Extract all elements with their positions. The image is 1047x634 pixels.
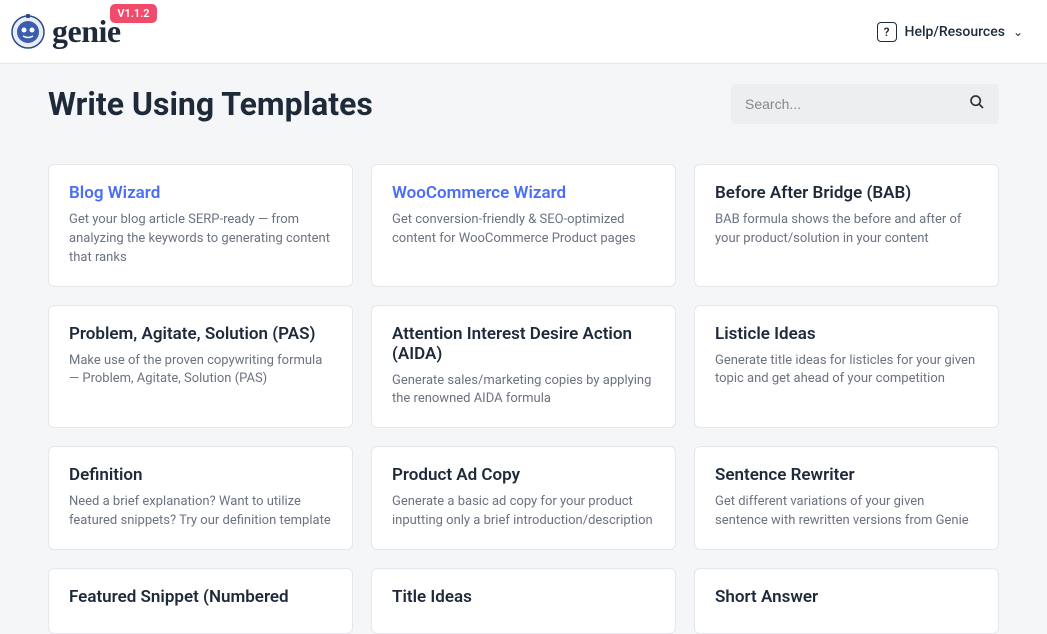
search-box[interactable] bbox=[731, 84, 999, 124]
template-card-bab[interactable]: Before After Bridge (BAB) BAB formula sh… bbox=[694, 164, 999, 287]
genie-robot-icon bbox=[8, 12, 48, 52]
card-title: Product Ad Copy bbox=[392, 465, 655, 485]
template-card-aida[interactable]: Attention Interest Desire Action (AIDA) … bbox=[371, 305, 676, 429]
search-icon bbox=[969, 94, 985, 114]
template-card-featured-snippet[interactable]: Featured Snippet (Numbered bbox=[48, 568, 353, 634]
card-desc: Get your blog article SERP-ready — from … bbox=[69, 211, 332, 268]
card-desc: Generate title ideas for listicles for y… bbox=[715, 352, 978, 390]
card-title: Definition bbox=[69, 465, 332, 485]
version-badge: V1.1.2 bbox=[110, 4, 156, 23]
template-card-pas[interactable]: Problem, Agitate, Solution (PAS) Make us… bbox=[48, 305, 353, 429]
card-desc: Make use of the proven copywriting formu… bbox=[69, 352, 332, 390]
card-desc: Generate sales/marketing copies by apply… bbox=[392, 372, 655, 410]
template-card-sentence-rewriter[interactable]: Sentence Rewriter Get different variatio… bbox=[694, 446, 999, 550]
card-desc: BAB formula shows the before and after o… bbox=[715, 211, 978, 249]
card-title: Before After Bridge (BAB) bbox=[715, 183, 978, 203]
search-input[interactable] bbox=[745, 96, 969, 112]
template-card-short-answer[interactable]: Short Answer bbox=[694, 568, 999, 634]
chevron-down-icon: ⌄ bbox=[1013, 25, 1023, 39]
template-card-listicle[interactable]: Listicle Ideas Generate title ideas for … bbox=[694, 305, 999, 429]
main-content: Write Using Templates Blog Wizard Get yo… bbox=[0, 64, 1047, 634]
card-desc: Generate a basic ad copy for your produc… bbox=[392, 493, 655, 531]
help-label: Help/Resources bbox=[905, 24, 1005, 40]
card-title: Problem, Agitate, Solution (PAS) bbox=[69, 324, 332, 344]
template-card-title-ideas[interactable]: Title Ideas bbox=[371, 568, 676, 634]
page-title: Write Using Templates bbox=[48, 85, 373, 123]
question-icon: ? bbox=[877, 22, 897, 42]
title-row: Write Using Templates bbox=[48, 84, 999, 124]
help-resources-link[interactable]: ? Help/Resources ⌄ bbox=[877, 22, 1023, 42]
template-card-woocommerce-wizard[interactable]: WooCommerce Wizard Get conversion-friend… bbox=[371, 164, 676, 287]
card-title: WooCommerce Wizard bbox=[392, 183, 655, 203]
templates-grid: Blog Wizard Get your blog article SERP-r… bbox=[48, 164, 999, 634]
card-title: Featured Snippet (Numbered bbox=[69, 587, 332, 607]
template-card-blog-wizard[interactable]: Blog Wizard Get your blog article SERP-r… bbox=[48, 164, 353, 287]
card-desc: Get different variations of your given s… bbox=[715, 493, 978, 531]
card-title: Blog Wizard bbox=[69, 183, 332, 203]
card-title: Attention Interest Desire Action (AIDA) bbox=[392, 324, 655, 364]
card-title: Sentence Rewriter bbox=[715, 465, 978, 485]
template-card-definition[interactable]: Definition Need a brief explanation? Wan… bbox=[48, 446, 353, 550]
card-title: Short Answer bbox=[715, 587, 978, 607]
card-title: Listicle Ideas bbox=[715, 324, 978, 344]
card-desc: Need a brief explanation? Want to utiliz… bbox=[69, 493, 332, 531]
card-desc: Get conversion-friendly & SEO-optimized … bbox=[392, 211, 655, 249]
template-card-product-ad[interactable]: Product Ad Copy Generate a basic ad copy… bbox=[371, 446, 676, 550]
header: genie V1.1.2 ? Help/Resources ⌄ bbox=[0, 0, 1047, 64]
brand-logo[interactable]: genie V1.1.2 bbox=[0, 12, 121, 52]
card-title: Title Ideas bbox=[392, 587, 655, 607]
